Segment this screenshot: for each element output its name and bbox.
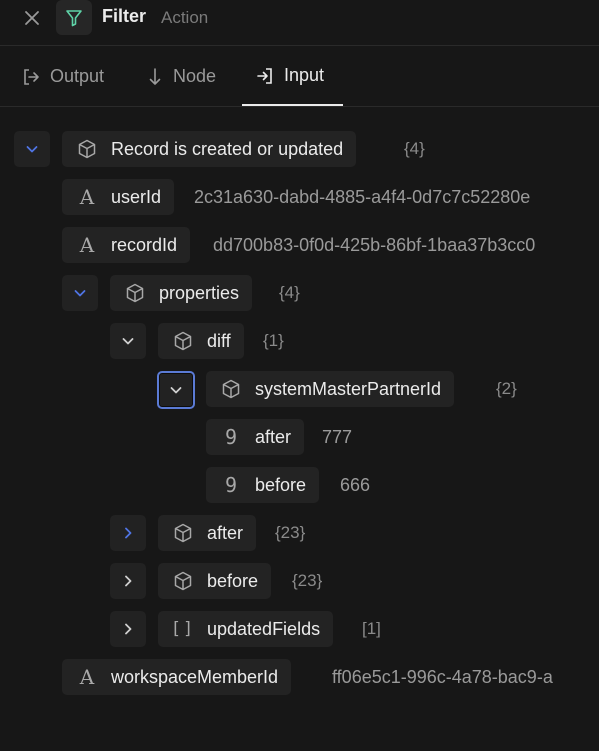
tree-node-after[interactable]: after bbox=[158, 515, 257, 551]
object-icon bbox=[219, 377, 243, 401]
tree-node-record[interactable]: Record is created or updated bbox=[62, 131, 357, 167]
input-icon bbox=[257, 67, 272, 84]
field-value: ff06e5c1-996c-4a78-bac9-a bbox=[332, 667, 553, 687]
close-button[interactable] bbox=[19, 5, 45, 31]
tree-node-label: recordId bbox=[111, 234, 178, 255]
tree-node-label: updatedFields bbox=[207, 618, 321, 639]
tree-node-label: after bbox=[207, 522, 244, 543]
filter-badge bbox=[56, 0, 92, 35]
chevron-down-icon bbox=[26, 146, 38, 153]
object-icon bbox=[75, 137, 99, 161]
text-type-icon: A bbox=[79, 185, 95, 209]
tab-output-label: Output bbox=[50, 66, 105, 86]
tree-node-label: userId bbox=[111, 186, 162, 207]
updatedfields-expand-toggle[interactable] bbox=[110, 611, 146, 647]
before-expand-toggle[interactable] bbox=[110, 563, 146, 599]
tree-node-label: before bbox=[255, 474, 307, 495]
tree-node-diff-before[interactable]: 9 before bbox=[206, 467, 320, 503]
number-type-icon: 9 bbox=[224, 425, 238, 449]
tree-node-label: diff bbox=[207, 330, 231, 351]
chevron-right-icon bbox=[125, 623, 132, 635]
node-count: [1] bbox=[362, 619, 381, 638]
number-type-icon: 9 bbox=[224, 473, 238, 497]
diff-expand-toggle[interactable] bbox=[110, 323, 146, 359]
field-value: 777 bbox=[322, 427, 353, 447]
close-icon bbox=[25, 11, 39, 25]
filter-icon bbox=[66, 9, 82, 26]
node-count: {4} bbox=[404, 139, 425, 158]
root-expand-toggle[interactable] bbox=[14, 131, 50, 167]
chevron-down-icon bbox=[170, 387, 182, 394]
tree-node-systemmasterpartnerid[interactable]: systemMasterPartnerId bbox=[206, 371, 455, 407]
tree-node-userid[interactable]: A userId bbox=[62, 179, 175, 215]
tab-bar: Output Node Input bbox=[0, 47, 599, 107]
node-count: {2} bbox=[496, 379, 517, 398]
field-value: 666 bbox=[340, 475, 371, 495]
field-value: 2c31a630-dabd-4885-a4f4-0d7c7c52280e bbox=[194, 187, 531, 207]
node-count: {4} bbox=[279, 283, 300, 302]
tree-node-workspacememberid[interactable]: A workspaceMemberId bbox=[62, 659, 292, 695]
node-count: {23} bbox=[292, 571, 323, 590]
properties-expand-toggle[interactable] bbox=[62, 275, 98, 311]
tab-input-label: Input bbox=[284, 65, 325, 85]
tree-node-diff-after[interactable]: 9 after bbox=[206, 419, 305, 455]
chevron-right-icon bbox=[125, 575, 132, 587]
array-icon: [] bbox=[170, 619, 196, 639]
chevron-down-icon bbox=[74, 290, 86, 297]
tree-node-label: after bbox=[255, 426, 292, 447]
tab-node[interactable]: Node bbox=[146, 47, 216, 106]
tree-node-before[interactable]: before bbox=[158, 563, 272, 599]
tree-node-label: workspaceMemberId bbox=[111, 666, 279, 687]
page-title: Filter bbox=[102, 6, 147, 26]
tree-node-updatedfields[interactable]: [] updatedFields bbox=[158, 611, 334, 647]
tab-input[interactable]: Input bbox=[242, 47, 343, 106]
object-icon bbox=[123, 281, 147, 305]
tree-node-recordid[interactable]: A recordId bbox=[62, 227, 191, 263]
tab-node-label: Node bbox=[173, 66, 217, 86]
node-count: {23} bbox=[275, 523, 306, 542]
output-icon bbox=[24, 68, 39, 85]
tree-node-properties[interactable]: properties bbox=[110, 275, 253, 311]
field-value: dd700b83-0f0d-425b-86bf-1baa37b3cc0 bbox=[213, 235, 536, 255]
tree-node-diff[interactable]: diff bbox=[158, 323, 244, 359]
tree-node-label: before bbox=[207, 570, 259, 591]
chevron-down-icon bbox=[122, 338, 134, 345]
tab-output[interactable]: Output bbox=[21, 47, 104, 106]
systemmasterpartnerid-expand-toggle[interactable] bbox=[157, 371, 195, 409]
tree-node-label: Record is created or updated bbox=[111, 138, 344, 159]
object-icon bbox=[171, 329, 195, 353]
node-count: {1} bbox=[263, 331, 284, 350]
page-subtitle: Action bbox=[161, 8, 209, 27]
chevron-right-icon bbox=[125, 527, 132, 539]
arrow-down-icon bbox=[149, 67, 161, 85]
object-icon bbox=[171, 569, 195, 593]
after-expand-toggle[interactable] bbox=[110, 515, 146, 551]
text-type-icon: A bbox=[79, 233, 95, 257]
text-type-icon: A bbox=[79, 665, 95, 689]
object-icon bbox=[171, 521, 195, 545]
panel-header: Filter Action bbox=[0, 0, 599, 46]
tree-node-label: properties bbox=[159, 282, 240, 303]
tree-node-label: systemMasterPartnerId bbox=[255, 378, 442, 399]
